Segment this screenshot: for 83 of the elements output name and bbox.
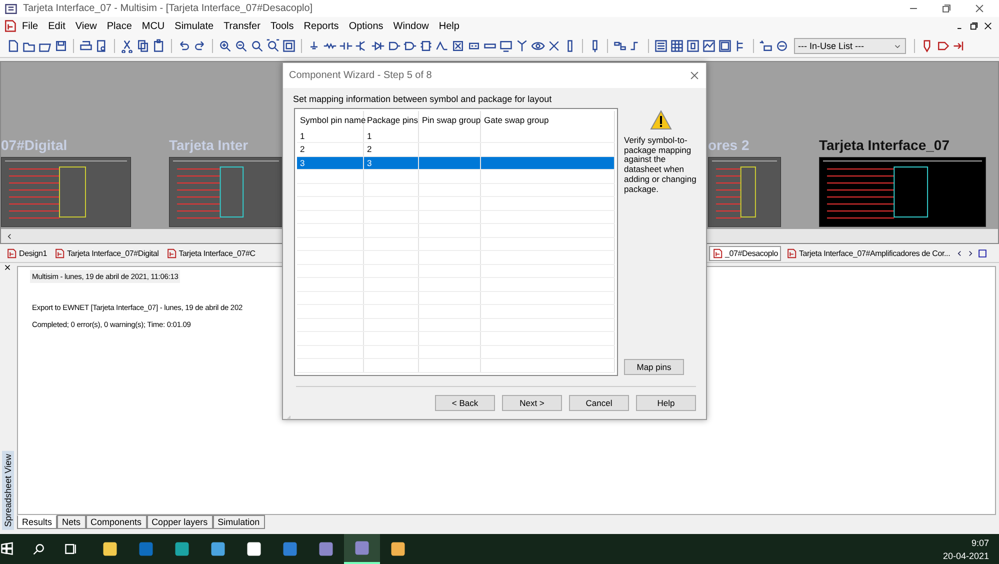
panel-tab[interactable]: Results	[17, 515, 58, 529]
in-use-list-dropdown[interactable]: --- In-Use List ---	[794, 38, 906, 54]
panel-tab[interactable]: Components	[86, 515, 147, 529]
copy-icon[interactable]	[136, 39, 150, 53]
menu-item[interactable]: Reports	[298, 20, 344, 32]
redo-icon[interactable]	[193, 39, 207, 53]
menu-item[interactable]: Edit	[43, 20, 70, 32]
design-tab[interactable]: Tarjeta Interface_07#Digital	[50, 246, 162, 260]
spreadsheet-icon[interactable]	[670, 39, 684, 53]
start-icon[interactable]	[0, 542, 14, 556]
column-header: Pin swap group	[419, 110, 481, 130]
search-icon[interactable]	[32, 542, 46, 556]
new-file-icon[interactable]	[6, 39, 20, 53]
schematic-icon[interactable]	[6, 248, 17, 258]
undo-icon[interactable]	[177, 39, 191, 53]
menu-item[interactable]: Tools	[265, 20, 299, 32]
diode-icon[interactable]	[371, 39, 385, 53]
window-title: Tarjeta Interface_07 - Multisim - [Tarjeta Interface_07#Desacoplo]	[23, 3, 313, 14]
dialog-button[interactable]: < Back	[435, 395, 495, 411]
paste-icon[interactable]	[152, 39, 166, 53]
design-tab[interactable]: Tarjeta Interface_07#Amplificadores de Cor...	[783, 246, 954, 260]
schematic-icon[interactable]	[712, 248, 723, 258]
cut-icon[interactable]	[120, 39, 134, 53]
column-header: Package pins	[364, 110, 419, 130]
table-row[interactable]: 1 1	[297, 130, 615, 144]
document-icon[interactable]	[3, 19, 17, 33]
task-view-icon[interactable]	[64, 542, 78, 556]
column-header: Symbol pin name	[297, 110, 364, 130]
schematic-icon[interactable]	[166, 248, 177, 258]
window-list-icon[interactable]	[977, 248, 988, 258]
schematic-icon[interactable]	[786, 248, 797, 258]
logic-gate-icon[interactable]	[403, 39, 417, 53]
menu-item[interactable]: Options	[344, 20, 388, 32]
panel-label: Spreadsheet View	[2, 451, 14, 530]
schematic-icon[interactable]	[54, 248, 65, 258]
sheet-title: ores 2	[708, 137, 750, 153]
warning-icon	[650, 110, 672, 130]
menu-item[interactable]: Help	[434, 20, 464, 32]
clock-date: 20-04-2021	[942, 550, 989, 560]
instruction-text: Set mapping information between symbol and package for layout	[292, 92, 553, 106]
dialog-button[interactable]: Next >	[502, 395, 562, 411]
bus-icon[interactable]	[613, 39, 627, 53]
eye-icon[interactable]	[531, 39, 545, 53]
close-icon[interactable]	[974, 3, 985, 14]
design-tab[interactable]: Design1	[3, 246, 50, 260]
close-icon[interactable]	[983, 21, 993, 31]
clock-time: 9:07	[971, 538, 989, 548]
restore-icon[interactable]	[941, 3, 952, 14]
warning-text: Verify symbol-to-package mapping against the datasheet when adding or changing package.	[624, 136, 698, 194]
restore-icon[interactable]	[969, 21, 979, 31]
close-icon[interactable]	[3, 263, 12, 272]
zoom-in-icon[interactable]	[218, 39, 232, 53]
dialog-title: Component Wizard - Step 5 of 8	[289, 70, 432, 81]
design-toolbox-icon[interactable]	[654, 39, 668, 53]
zoom-out-icon[interactable]	[234, 39, 248, 53]
table-row[interactable]: 3 3	[297, 156, 615, 170]
menu-item[interactable]: MCU	[136, 20, 170, 32]
design-tab[interactable]: _07#Desacoplo	[709, 246, 781, 260]
panel-tab[interactable]: Simulation	[212, 515, 265, 529]
grapher-icon[interactable]	[702, 39, 716, 53]
sheet-title: Tarjeta Interface_07	[819, 137, 950, 153]
zoom-area-icon[interactable]	[250, 39, 264, 53]
sheet-title: 07#Digital	[1, 137, 68, 153]
design-tab[interactable]: Tarjeta Interface_07#C	[162, 246, 258, 260]
logic-gate-icon[interactable]	[387, 39, 401, 53]
menu-item[interactable]: Place	[102, 20, 137, 32]
antenna-icon[interactable]	[515, 39, 529, 53]
sheet-title: Tarjeta Inter	[169, 137, 250, 153]
save-icon[interactable]	[54, 39, 68, 53]
dialog-button[interactable]: Cancel	[569, 395, 629, 411]
zoom-fit-icon[interactable]	[266, 39, 280, 53]
printer-icon[interactable]	[79, 39, 93, 53]
panel-tab[interactable]: Nets	[57, 515, 86, 529]
dialog-button[interactable]: Help	[636, 395, 696, 411]
full-screen-icon[interactable]	[282, 39, 296, 53]
map-pins-button[interactable]: Map pins	[624, 359, 684, 375]
panel-tab[interactable]: Copper layers	[146, 515, 213, 529]
menu-item[interactable]: Window	[388, 20, 434, 32]
column-header: Gate swap group	[481, 110, 615, 130]
menu-item[interactable]: File	[17, 20, 44, 32]
menu-item[interactable]: View	[70, 20, 102, 32]
menu-item[interactable]: Simulate	[170, 20, 219, 32]
menu-item[interactable]: Transfer	[218, 20, 266, 32]
